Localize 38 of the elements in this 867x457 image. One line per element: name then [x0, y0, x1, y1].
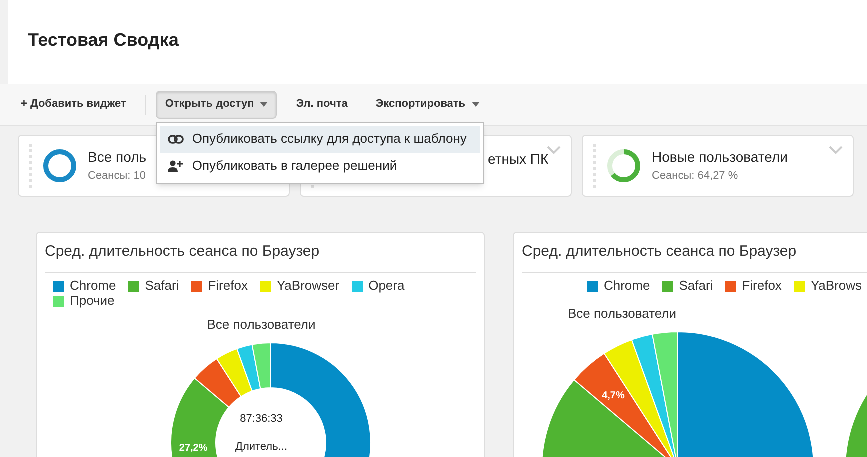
legend-label: Safari — [679, 277, 714, 296]
link-icon — [168, 134, 184, 144]
chart-title: Сред. длительность сеанса по Браузер — [45, 242, 321, 262]
legend-label: Safari — [145, 277, 180, 296]
scorecard-title: етных ПК — [488, 150, 549, 168]
toolbar-button[interactable]: Открыть доступ — [156, 90, 278, 118]
chevron-down-icon[interactable] — [547, 146, 561, 155]
scorecard-title: Все поль — [88, 148, 147, 168]
chart-title: Сред. длительность сеанса по Браузер — [522, 242, 798, 262]
toolbar-button[interactable]: + Добавить виджет — [12, 90, 136, 118]
menu-item-label: Опубликовать ссылку для доступа к шаблону — [192, 130, 467, 148]
slice-label: 27,2% — [179, 442, 208, 454]
legend-label: Firefox — [208, 277, 248, 296]
toolbar-button[interactable]: Эл. почта — [287, 90, 357, 118]
legend-label: Opera — [368, 277, 405, 296]
toolbar-button[interactable]: Экспортировать — [366, 90, 489, 118]
legend-label: Firefox — [742, 277, 782, 296]
legend-label: Chrome — [604, 277, 650, 296]
scorecard-subtitle: Сеансы: 64,27 % — [652, 169, 740, 184]
menu-item[interactable]: Опубликовать ссылку для доступа к шаблону — [160, 126, 480, 152]
progress-ring — [606, 148, 642, 184]
scorecard-title: Новые пользователи — [652, 148, 788, 168]
caret-icon — [260, 102, 268, 107]
scorecard-subtitle: Сеансы: 10 — [88, 169, 147, 184]
page-title: Тестовая Сводка — [28, 28, 179, 52]
legend-label: YaBrowser — [276, 277, 340, 296]
slice-label: 4,7% — [602, 390, 625, 402]
menu-item-label: Опубликовать в галерее решений — [192, 157, 398, 176]
chart-subtitle: Все пользователи — [567, 304, 678, 322]
chart-subtitle: Все пользователи — [206, 316, 317, 334]
center-value: 87:36:33 — [240, 412, 283, 426]
progress-ring — [42, 148, 78, 184]
add-person-icon — [168, 160, 184, 172]
legend-label: YaBrows — [810, 277, 862, 296]
chevron-down-icon[interactable] — [829, 146, 843, 155]
center-label: Длитель... — [236, 440, 288, 455]
caret-icon — [472, 102, 480, 107]
menu-item[interactable]: Опубликовать в галерее решений — [160, 152, 480, 180]
